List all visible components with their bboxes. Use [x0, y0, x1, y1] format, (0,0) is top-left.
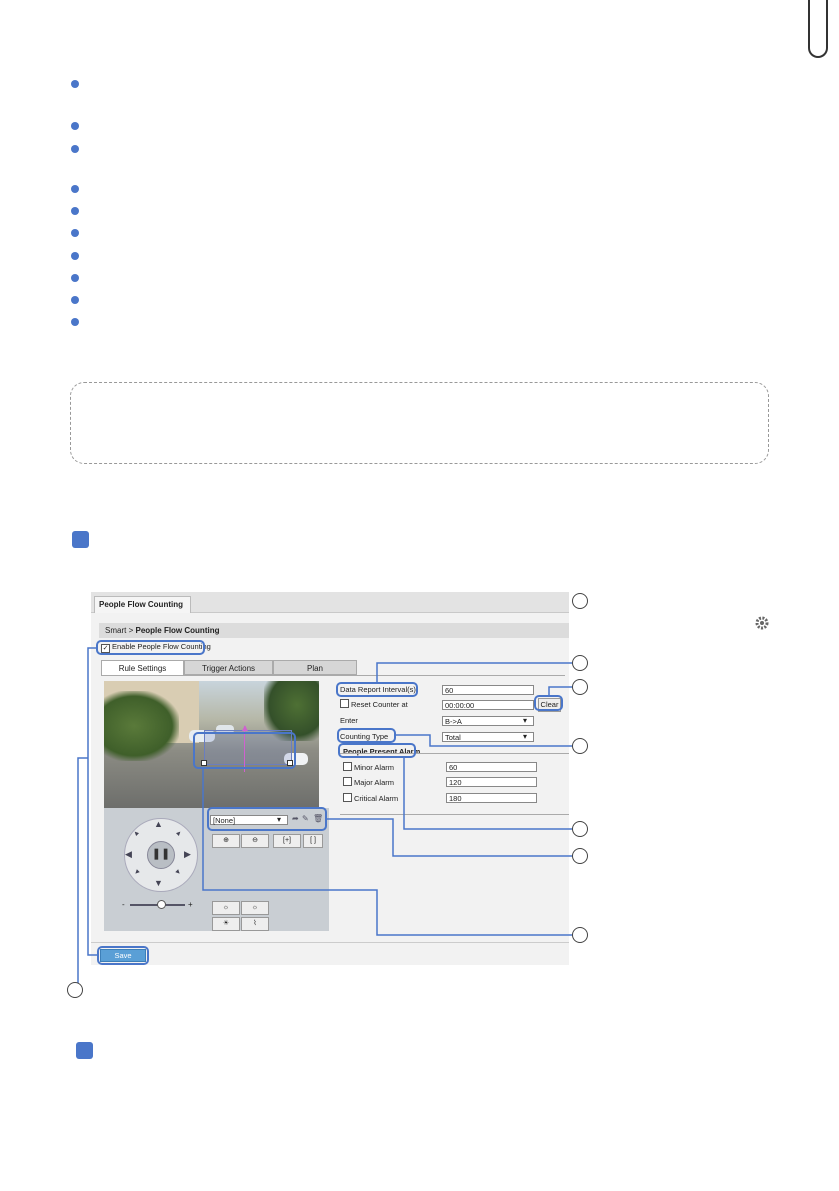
reset-counter-time-input[interactable]: 00:00:00 [442, 700, 534, 710]
highlight-preset-controls [207, 807, 327, 831]
ptz-up-button[interactable]: ▲ [154, 819, 163, 829]
highlight-video [193, 732, 296, 769]
critical-alarm-input[interactable]: 180 [446, 793, 537, 803]
focus-near-icon[interactable]: [+] [273, 834, 301, 848]
focus-far-icon[interactable]: [ ] [303, 834, 323, 848]
highlight-counting-type [337, 728, 396, 743]
tab-rule-settings[interactable]: Rule Settings [101, 660, 184, 675]
minor-alarm-label: Minor Alarm [354, 763, 395, 772]
bullet [71, 122, 79, 130]
bullet [71, 296, 79, 304]
step-marker [72, 531, 89, 548]
bullet [71, 252, 79, 260]
speed-slider-minus: - [122, 900, 125, 909]
critical-alarm-row[interactable]: Critical Alarm [343, 793, 398, 804]
critical-alarm-label: Critical Alarm [354, 794, 399, 803]
bullet [71, 274, 79, 282]
highlight-people-present-alarm [338, 743, 416, 758]
callout-marker [572, 821, 588, 837]
step-marker [76, 1042, 93, 1059]
bullet [71, 229, 79, 237]
reset-counter-checkbox[interactable] [340, 699, 349, 708]
data-report-interval-input[interactable]: 60 [442, 685, 534, 695]
footer-divider [91, 942, 569, 943]
zoom-out-icon[interactable]: ⊖ [241, 834, 269, 848]
bullet [71, 145, 79, 153]
highlight-enable [96, 640, 205, 655]
leader-line [77, 757, 88, 983]
bullet [71, 80, 79, 88]
light-icon[interactable]: ☀ [212, 917, 240, 931]
major-alarm-label: Major Alarm [354, 778, 395, 787]
bullet [71, 318, 79, 326]
header-band: People Flow Counting [91, 592, 569, 613]
bullet [71, 185, 79, 193]
highlight-clear [534, 695, 563, 711]
enter-label: Enter [340, 716, 358, 725]
ptz-left-button[interactable]: ◀ [125, 849, 132, 860]
minor-alarm-checkbox[interactable] [343, 762, 352, 771]
tab-trigger-actions[interactable]: Trigger Actions [184, 660, 273, 675]
ptz-down-button[interactable]: ▼ [154, 878, 163, 888]
minor-alarm-row[interactable]: Minor Alarm [343, 762, 394, 773]
iris-open-icon[interactable]: ☼ [212, 901, 240, 915]
highlight-save [97, 946, 149, 965]
callout-marker [572, 655, 588, 671]
enter-select[interactable]: B->A [442, 716, 534, 726]
minor-alarm-input[interactable]: 60 [446, 762, 537, 772]
bullet [71, 207, 79, 215]
tab-people-flow-counting[interactable]: People Flow Counting [94, 596, 191, 613]
play-pause-icon[interactable]: ❚❚ [147, 841, 175, 869]
ptz-right-button[interactable]: ▶ [184, 849, 191, 860]
speed-slider-handle[interactable] [157, 900, 166, 909]
binding-tab [808, 0, 828, 58]
tab-plan[interactable]: Plan [273, 660, 357, 675]
highlight-data-report-interval [336, 682, 418, 697]
breadcrumb-root[interactable]: Smart [105, 626, 126, 635]
tree [104, 691, 179, 761]
callout-marker [572, 593, 588, 609]
callout-marker [572, 927, 588, 943]
callout-marker [572, 679, 588, 695]
counting-type-select[interactable]: Total [442, 732, 534, 742]
breadcrumb-separator: > [128, 626, 134, 635]
iris-close-icon[interactable]: ☼ [241, 901, 269, 915]
callout-marker [572, 738, 588, 754]
zoom-in-icon[interactable]: ⊕ [212, 834, 240, 848]
major-alarm-row[interactable]: Major Alarm [343, 777, 394, 788]
major-alarm-checkbox[interactable] [343, 777, 352, 786]
breadcrumb: Smart > People Flow Counting [99, 623, 569, 638]
breadcrumb-current: People Flow Counting [135, 626, 220, 635]
reset-counter-row[interactable]: Reset Counter at [340, 699, 408, 710]
critical-alarm-checkbox[interactable] [343, 793, 352, 802]
major-alarm-input[interactable]: 120 [446, 777, 537, 787]
reset-counter-label: Reset Counter at [351, 700, 408, 709]
note-box [70, 382, 769, 464]
speed-slider-plus: + [188, 900, 193, 909]
gear-icon [752, 613, 772, 633]
callout-marker [572, 848, 588, 864]
callout-marker [67, 982, 83, 998]
wiper-icon[interactable]: ⌇ [241, 917, 269, 931]
